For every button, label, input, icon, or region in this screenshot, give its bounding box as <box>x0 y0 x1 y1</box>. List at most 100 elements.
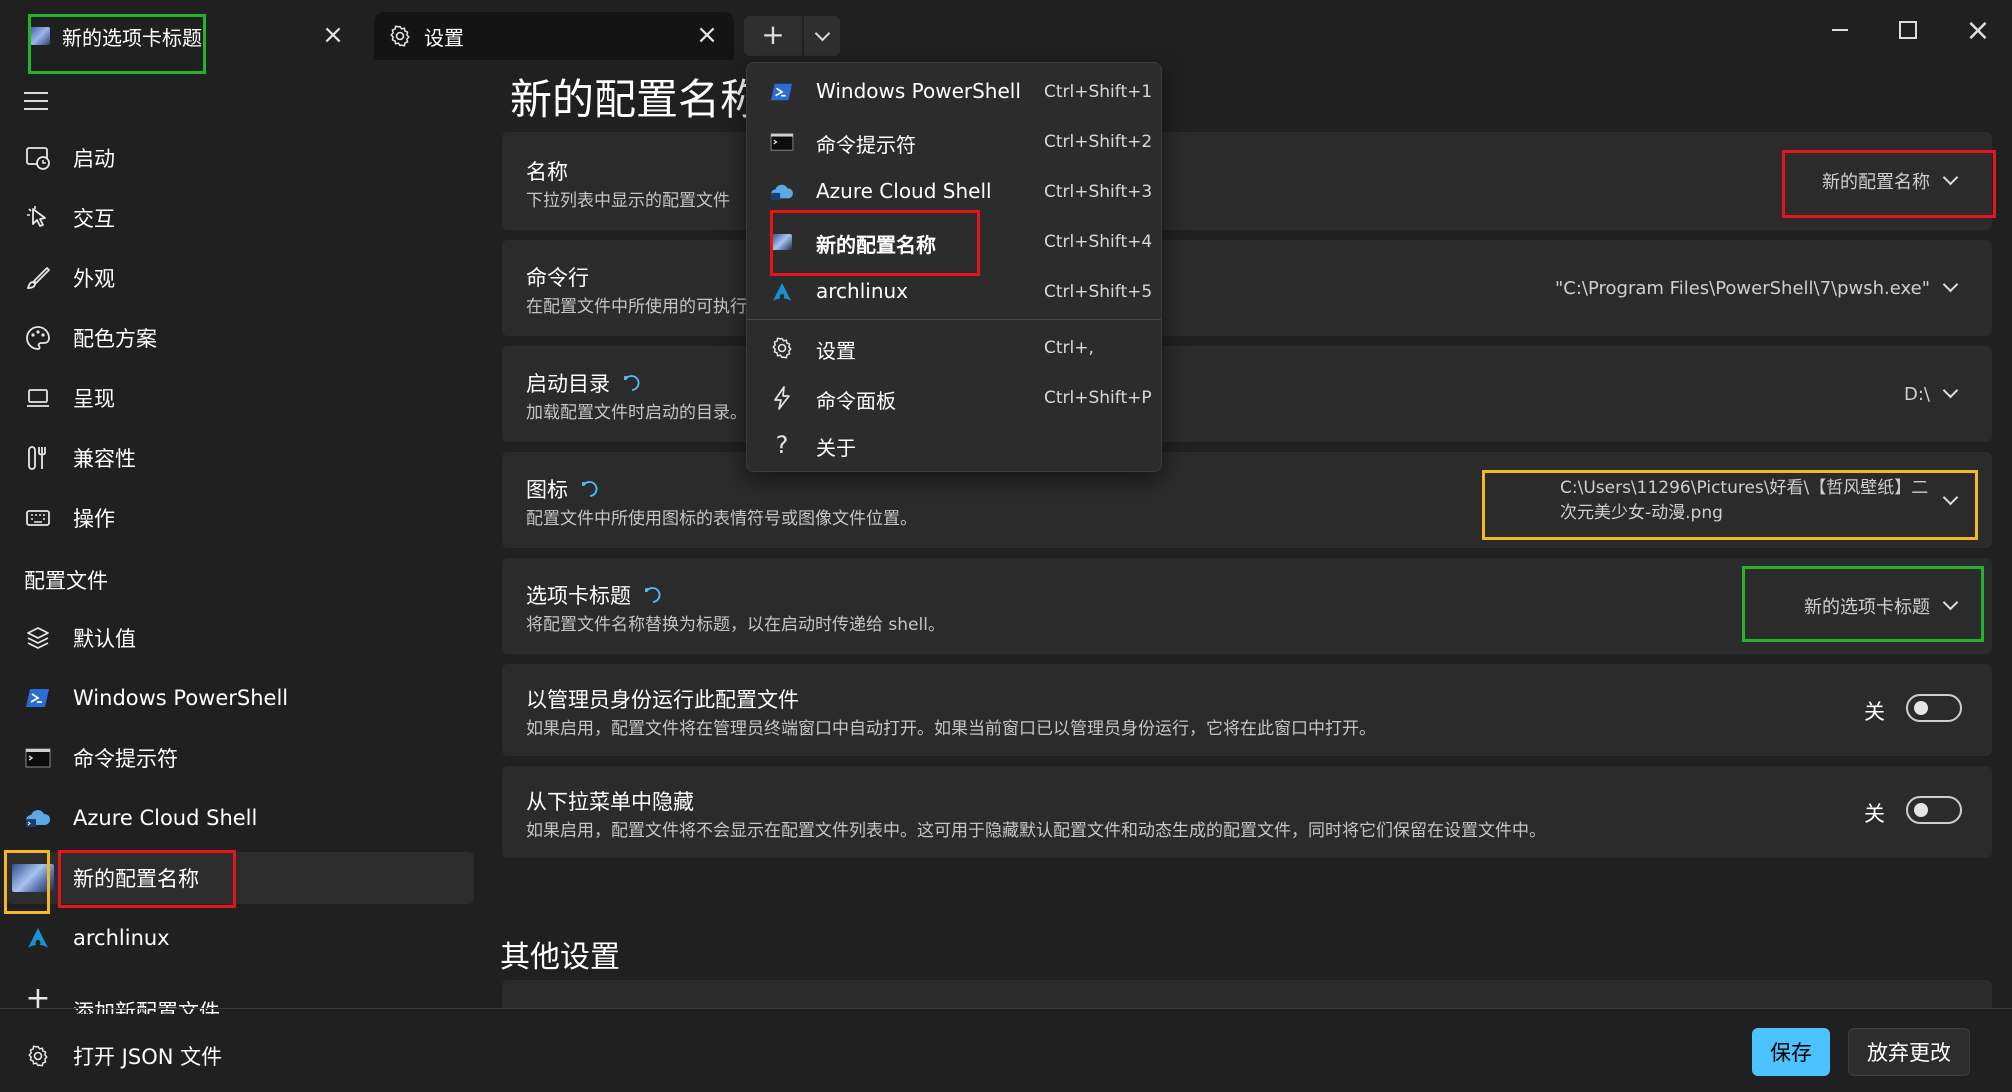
sidebar-item-actions[interactable]: 操作 <box>6 492 474 544</box>
hamburger-menu-icon[interactable] <box>24 92 48 110</box>
setting-title: 选项卡标题 <box>526 584 631 608</box>
menu-item-label: 新的配置名称 <box>816 233 936 257</box>
tab-new-tab-title[interactable]: 新的选项卡标题 × <box>20 12 360 60</box>
menu-item-archlinux[interactable]: archlinux Ctrl+Shift+5 <box>751 268 1157 316</box>
maximize-button[interactable] <box>1878 10 1938 50</box>
gear-icon <box>390 25 410 47</box>
hide-from-dropdown-toggle[interactable] <box>1906 796 1962 824</box>
sidebar-item-command-prompt[interactable]: 命令提示符 <box>6 732 474 784</box>
sidebar-item-azure-cloud-shell[interactable]: Azure Cloud Shell <box>6 792 474 844</box>
setting-title: 启动目录 <box>526 372 610 396</box>
reset-icon[interactable] <box>643 585 663 605</box>
icon-value-button[interactable]: C:\Users\11296\Pictures\好看\【哲风壁纸】二 次元美少女… <box>1486 470 1982 532</box>
palette-icon <box>24 324 52 352</box>
setting-description: 配置文件中所使用图标的表情符号或图像文件位置。 <box>526 509 917 529</box>
maximize-icon <box>1899 21 1917 39</box>
laptop-icon <box>24 384 52 412</box>
setting-title-row: 图标 <box>526 474 600 504</box>
reset-icon[interactable] <box>580 479 600 499</box>
startup-icon <box>24 144 52 172</box>
open-json-label: 打开 JSON 文件 <box>73 1045 223 1069</box>
sidebar-item-appearance[interactable]: 外观 <box>6 252 474 304</box>
setting-card-hide-from-dropdown: 从下拉菜单中隐藏 如果启用，配置文件将不会显示在配置文件列表中。这可用于隐藏默认… <box>502 766 1992 858</box>
page-title: 新的配置名称 <box>510 75 763 124</box>
sidebar-item-label: 交互 <box>73 207 115 231</box>
sidebar-item-label: 默认值 <box>73 627 136 651</box>
run-as-admin-toggle[interactable] <box>1906 694 1962 722</box>
sidebar-item-rendering[interactable]: 呈现 <box>6 372 474 424</box>
value-text: D:\ <box>1904 383 1930 405</box>
sidebar-item-interaction[interactable]: 交互 <box>6 192 474 244</box>
sidebar-item-archlinux[interactable]: archlinux <box>6 912 474 964</box>
sidebar-item-defaults[interactable]: 默认值 <box>6 612 474 664</box>
setting-description: 加载配置文件时启动的目录。 <box>526 403 747 423</box>
menu-item-shortcut: Ctrl+Shift+1 <box>1044 82 1153 102</box>
keyboard-icon <box>24 504 52 532</box>
gear-icon <box>769 336 795 360</box>
name-value-button[interactable]: 新的配置名称 <box>1782 154 1982 208</box>
setting-card-partial <box>502 980 1992 1008</box>
chevron-down-icon <box>1942 489 1959 506</box>
tab-settings[interactable]: 设置 × <box>374 12 734 60</box>
menu-item-command-prompt[interactable]: 命令提示符 Ctrl+Shift+2 <box>751 118 1157 166</box>
value-text: 新的配置名称 <box>1822 172 1930 193</box>
sidebar-item-label: Azure Cloud Shell <box>73 806 258 830</box>
sidebar-item-windows-powershell[interactable]: Windows PowerShell <box>6 672 474 724</box>
profile-image-icon <box>30 27 50 45</box>
cursor-click-icon <box>24 204 52 232</box>
title-bar: 新的选项卡标题 × 设置 × + × <box>0 0 2012 62</box>
menu-item-shortcut: Ctrl+Shift+4 <box>1044 232 1153 252</box>
menu-item-shortcut: Ctrl+Shift+3 <box>1044 182 1153 202</box>
close-tab-icon[interactable]: × <box>694 22 720 48</box>
starting-directory-value-button[interactable]: D:\ <box>1702 366 1982 422</box>
command-prompt-icon <box>769 130 795 154</box>
reset-icon[interactable] <box>622 373 642 393</box>
sidebar-item-compatibility[interactable]: 兼容性 <box>6 432 474 484</box>
setting-card-name: 名称 下拉列表中显示的配置文件 新的配置名称 <box>502 132 1992 230</box>
sidebar-item-color-schemes[interactable]: 配色方案 <box>6 312 474 364</box>
setting-card-icon: 图标 配置文件中所使用图标的表情符号或图像文件位置。 C:\Users\1129… <box>502 452 1992 548</box>
close-window-button[interactable]: × <box>1948 10 2008 50</box>
sidebar-item-label: archlinux <box>73 926 170 950</box>
close-tab-icon[interactable]: × <box>320 22 346 48</box>
tab-title: 新的选项卡标题 <box>62 25 202 50</box>
menu-item-shortcut: Ctrl+Shift+P <box>1044 388 1152 408</box>
menu-item-windows-powershell[interactable]: Windows PowerShell Ctrl+Shift+1 <box>751 68 1157 116</box>
profile-image-icon <box>769 230 795 254</box>
menu-item-about[interactable]: ? 关于 <box>751 421 1157 469</box>
minimize-button[interactable] <box>1810 10 1870 50</box>
menu-separator <box>747 319 1161 320</box>
setting-card-tab-title: 选项卡标题 将配置文件名称替换为标题，以在启动时传递给 shell。 新的选项卡… <box>502 558 1992 654</box>
menu-item-settings[interactable]: 设置 Ctrl+, <box>751 324 1157 372</box>
powershell-icon <box>769 80 795 104</box>
sidebar-item-startup[interactable]: 启动 <box>6 132 474 184</box>
powershell-icon <box>24 684 52 712</box>
chevron-down-icon <box>814 25 830 42</box>
menu-item-shortcut: Ctrl+Shift+2 <box>1044 132 1153 152</box>
discard-changes-button[interactable]: 放弃更改 <box>1848 1028 1970 1076</box>
menu-item-azure-cloud-shell[interactable]: Azure Cloud Shell Ctrl+Shift+3 <box>751 168 1157 216</box>
command-line-value-button[interactable]: "C:\Program Files\PowerShell\7\pwsh.exe" <box>1262 260 1982 316</box>
save-button[interactable]: 保存 <box>1752 1028 1830 1076</box>
tab-title-value-button[interactable]: 新的选项卡标题 <box>1742 578 1982 634</box>
sidebar-item-label: 呈现 <box>73 387 115 411</box>
question-mark-icon: ? <box>775 431 789 459</box>
chevron-down-icon <box>1942 382 1959 399</box>
setting-title: 命令行 <box>526 266 589 290</box>
additional-settings-header: 其他设置 <box>500 940 620 975</box>
new-tab-button[interactable]: + <box>744 16 802 56</box>
sidebar-item-label: 添加新配置文件 <box>73 1000 220 1014</box>
sidebar-item-label: 配色方案 <box>73 327 157 351</box>
gear-icon <box>24 1042 52 1070</box>
open-json-file-button[interactable]: 打开 JSON 文件 <box>6 1030 474 1082</box>
setting-description: 如果启用，配置文件将不会显示在配置文件列表中。这可用于隐藏默认配置文件和动态生成… <box>526 821 1546 841</box>
menu-item-label: Azure Cloud Shell <box>816 179 992 203</box>
menu-item-new-profile-name[interactable]: 新的配置名称 Ctrl+Shift+4 <box>751 218 1157 266</box>
archlinux-icon <box>769 280 795 304</box>
menu-item-shortcut: Ctrl+, <box>1044 338 1094 358</box>
sidebar-item-new-profile-name[interactable]: 新的配置名称 <box>6 852 474 904</box>
menu-item-label: 设置 <box>816 339 856 363</box>
tab-dropdown-button[interactable] <box>804 16 840 56</box>
menu-item-command-palette[interactable]: 命令面板 Ctrl+Shift+P <box>751 374 1157 422</box>
setting-title: 图标 <box>526 478 568 502</box>
